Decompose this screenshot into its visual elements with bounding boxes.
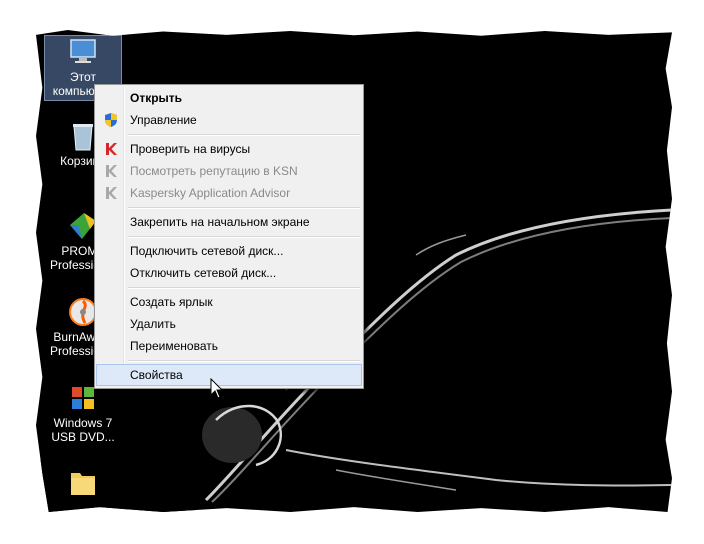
menu-separator [128, 134, 360, 136]
menu-item-rename[interactable]: Переименовать [97, 335, 361, 357]
menu-item-label: Управление [130, 113, 197, 127]
monitor-icon [67, 36, 99, 68]
menu-item-scan-viruses[interactable]: Проверить на вирусы [97, 138, 361, 160]
menu-item-map-network-drive[interactable]: Подключить сетевой диск... [97, 240, 361, 262]
menu-item-manage[interactable]: Управление [97, 109, 361, 131]
menu-item-label: Свойства [130, 368, 183, 382]
menu-item-create-shortcut[interactable]: Создать ярлык [97, 291, 361, 313]
menu-separator [128, 287, 360, 289]
menu-item-label: Создать ярлык [130, 295, 213, 309]
menu-item-label: Открыть [130, 91, 183, 105]
kaspersky-icon [103, 141, 119, 157]
menu-item-label: Проверить на вирусы [130, 142, 251, 156]
menu-item-app-advisor: Kaspersky Application Advisor [97, 182, 361, 204]
menu-item-delete[interactable]: Удалить [97, 313, 361, 335]
menu-item-disconnect-network-drive[interactable]: Отключить сетевой диск... [97, 262, 361, 284]
menu-separator [128, 207, 360, 209]
menu-item-label: Посмотреть репутацию в KSN [130, 164, 298, 178]
menu-item-label: Kaspersky Application Advisor [130, 186, 291, 200]
context-menu: Открыть Управление Проверить на вирусы П… [94, 84, 364, 389]
kaspersky-icon [103, 163, 119, 179]
menu-item-pin-start[interactable]: Закрепить на начальном экране [97, 211, 361, 233]
menu-item-label: Подключить сетевой диск... [130, 244, 284, 258]
menu-item-ksn-reputation: Посмотреть репутацию в KSN [97, 160, 361, 182]
menu-item-label: Отключить сетевой диск... [130, 266, 277, 280]
menu-separator [128, 236, 360, 238]
menu-item-label: Переименовать [130, 339, 218, 353]
desktop-icon-usb-dvd-tool[interactable]: Windows 7 USB DVD... [45, 382, 121, 444]
menu-item-properties[interactable]: Свойства [96, 364, 362, 386]
menu-separator [128, 360, 360, 362]
menu-item-label: Закрепить на начальном экране [130, 215, 310, 229]
menu-item-open[interactable]: Открыть [97, 87, 361, 109]
desktop-icon-label: Windows 7 USB DVD... [51, 416, 115, 444]
kaspersky-icon [103, 185, 119, 201]
desktop-icon-folder[interactable] [45, 466, 121, 500]
menu-item-label: Удалить [130, 317, 176, 331]
mouse-pointer-icon [210, 377, 224, 405]
uac-shield-icon [103, 112, 119, 128]
folder-icon [67, 466, 99, 498]
